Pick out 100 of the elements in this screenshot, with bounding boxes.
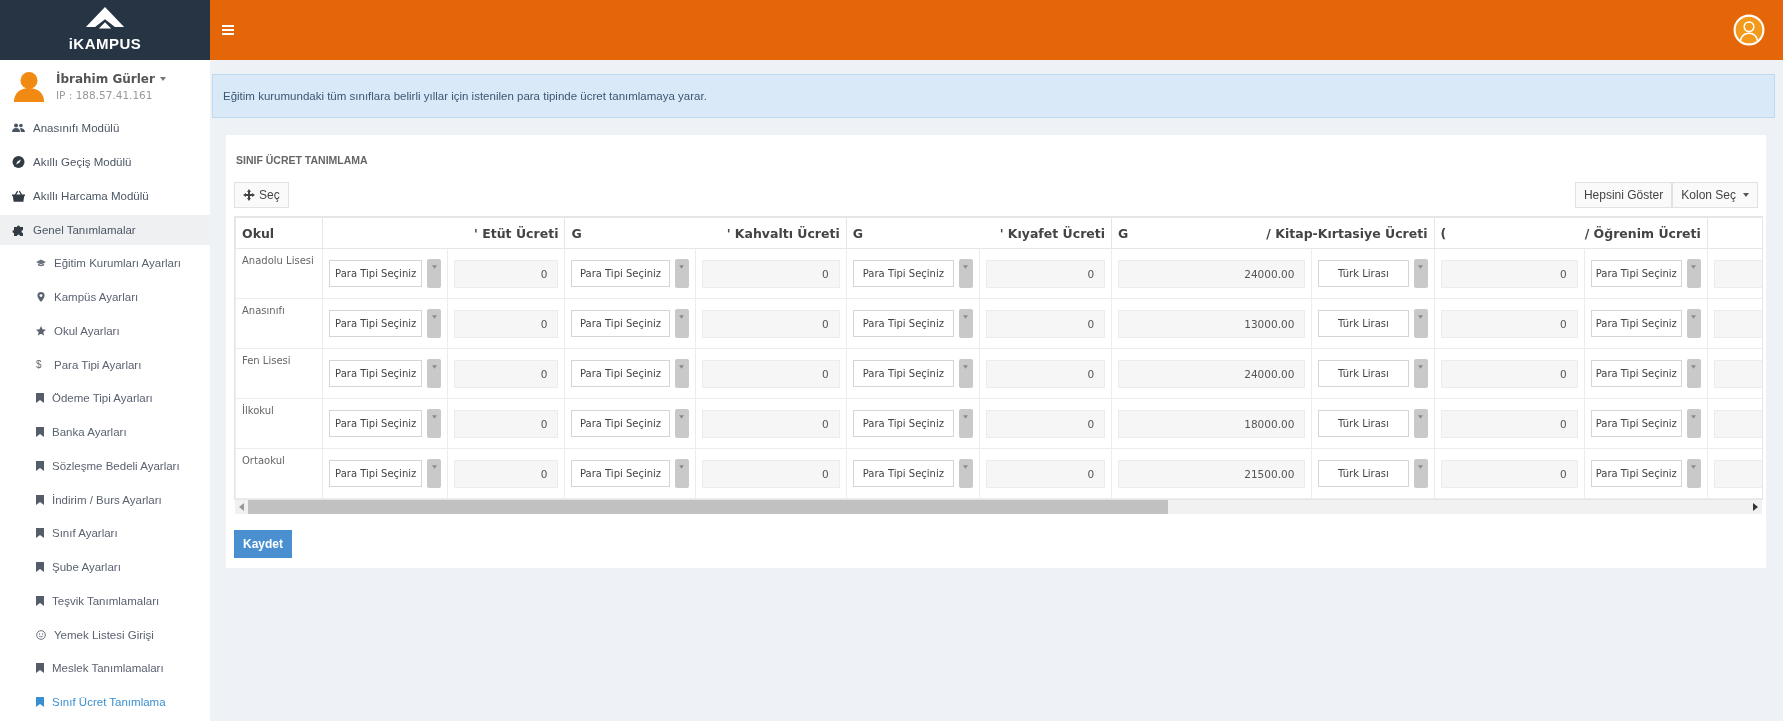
sidebar-subitem[interactable]: Teşvik Tanımlamaları: [0, 586, 210, 616]
dropdown-button[interactable]: [958, 259, 973, 288]
dropdown-button[interactable]: [1686, 259, 1701, 288]
currency-select[interactable]: Para Tipi Seçiniz: [571, 260, 670, 287]
currency-select[interactable]: Para Tipi Seçiniz: [1590, 260, 1682, 287]
amount-field[interactable]: 0: [1440, 309, 1578, 338]
dropdown-button[interactable]: [1413, 459, 1428, 488]
amount-field[interactable]: 0: [985, 359, 1106, 388]
currency-select[interactable]: Para Tipi Seçiniz: [852, 460, 954, 487]
currency-select[interactable]: Türk Lirası: [1318, 410, 1409, 437]
dropdown-button[interactable]: [674, 459, 689, 488]
amount-field[interactable]: [1713, 409, 1762, 438]
dropdown-button[interactable]: [674, 259, 689, 288]
amount-field[interactable]: 0: [1440, 409, 1578, 438]
currency-select[interactable]: Türk Lirası: [1318, 260, 1409, 287]
amount-field[interactable]: 0: [454, 259, 559, 288]
dropdown-button[interactable]: [1413, 309, 1428, 338]
dropdown-button[interactable]: [674, 409, 689, 438]
currency-select[interactable]: Para Tipi Seçiniz: [852, 260, 954, 287]
currency-select[interactable]: Türk Lirası: [1318, 460, 1409, 487]
select-button[interactable]: Seç: [234, 182, 289, 208]
sidebar-subitem[interactable]: Eğitim Kurumları Ayarları: [0, 248, 210, 279]
amount-field[interactable]: 0: [1440, 359, 1578, 388]
amount-field[interactable]: 0: [701, 409, 840, 438]
currency-select[interactable]: Para Tipi Seçiniz: [329, 360, 423, 387]
caret-icon[interactable]: [159, 77, 166, 81]
sidebar-subitem[interactable]: Okul Ayarları: [0, 316, 210, 346]
sidebar-subitem[interactable]: Ödeme Tipi Ayarları: [0, 383, 210, 414]
dropdown-button[interactable]: [427, 309, 442, 338]
dropdown-button[interactable]: [1413, 409, 1428, 438]
currency-select[interactable]: Para Tipi Seçiniz: [571, 410, 670, 437]
dropdown-button[interactable]: [427, 409, 442, 438]
sidebar-item[interactable]: Anasınıfı Modülü: [0, 113, 210, 144]
amount-field[interactable]: 0: [1440, 259, 1578, 288]
dropdown-button[interactable]: [1686, 409, 1701, 438]
show-all-button[interactable]: Hepsini Göster: [1574, 182, 1673, 208]
dropdown-button[interactable]: [1413, 359, 1428, 388]
amount-field[interactable]: 0: [985, 459, 1106, 488]
dropdown-button[interactable]: [1686, 359, 1701, 388]
dropdown-button[interactable]: [427, 259, 442, 288]
scroll-left-icon[interactable]: [239, 503, 244, 511]
amount-field[interactable]: 24000.00: [1118, 359, 1306, 388]
sidebar-subitem[interactable]: $ Para Tipi Ayarları: [0, 349, 210, 380]
dropdown-button[interactable]: [674, 309, 689, 338]
dropdown-button[interactable]: [427, 359, 442, 388]
amount-field[interactable]: 21500.00: [1118, 459, 1306, 488]
currency-select[interactable]: Para Tipi Seçiniz: [571, 360, 670, 387]
amount-field[interactable]: [1713, 259, 1762, 288]
amount-field[interactable]: 0: [454, 309, 559, 338]
amount-field[interactable]: [1713, 309, 1762, 338]
sidebar-subitem[interactable]: Sözleşme Bedeli Ayarları: [0, 451, 210, 481]
dropdown-button[interactable]: [1686, 459, 1701, 488]
amount-field[interactable]: [1713, 359, 1762, 388]
sidebar-item[interactable]: Akıllı Harcama Modülü: [0, 181, 210, 211]
menu-icon[interactable]: [222, 25, 234, 35]
sidebar-subitem[interactable]: Yemek Listesi Girişi: [0, 619, 210, 650]
sidebar-subitem[interactable]: İndirim / Burs Ayarları: [0, 484, 210, 515]
amount-field[interactable]: 0: [454, 459, 559, 488]
profile-avatar-icon[interactable]: [1733, 14, 1765, 46]
currency-select[interactable]: Para Tipi Seçiniz: [329, 410, 423, 437]
currency-select[interactable]: Para Tipi Seçiniz: [1590, 410, 1682, 437]
amount-field[interactable]: 0: [701, 459, 840, 488]
sidebar-item[interactable]: Genel Tanımlamalar: [0, 214, 210, 245]
sidebar-subitem[interactable]: Sınıf Ayarları: [0, 518, 210, 549]
horizontal-scrollbar[interactable]: [235, 500, 1762, 514]
dropdown-button[interactable]: [958, 309, 973, 338]
amount-field[interactable]: 0: [701, 309, 840, 338]
sidebar-subitem[interactable]: Kampüs Ayarları: [0, 282, 210, 312]
dropdown-button[interactable]: [674, 359, 689, 388]
dropdown-button[interactable]: [958, 359, 973, 388]
currency-select[interactable]: Para Tipi Seçiniz: [329, 260, 423, 287]
amount-field[interactable]: 0: [701, 359, 840, 388]
currency-select[interactable]: Para Tipi Seçiniz: [571, 460, 670, 487]
amount-field[interactable]: 0: [454, 409, 559, 438]
currency-select[interactable]: Para Tipi Seçiniz: [571, 310, 670, 337]
dropdown-button[interactable]: [427, 459, 442, 488]
dropdown-button[interactable]: [1413, 259, 1428, 288]
scroll-right-icon[interactable]: [1753, 503, 1758, 511]
currency-select[interactable]: Para Tipi Seçiniz: [1590, 310, 1682, 337]
currency-select[interactable]: Türk Lirası: [1318, 310, 1409, 337]
amount-field[interactable]: 0: [454, 359, 559, 388]
column-select-button[interactable]: Kolon Seç: [1672, 182, 1758, 208]
sidebar-subitem[interactable]: Şube Ayarları: [0, 552, 210, 582]
currency-select[interactable]: Para Tipi Seçiniz: [852, 410, 954, 437]
amount-field[interactable]: [1713, 459, 1762, 488]
sidebar-item[interactable]: Akıllı Geçiş Modülü: [0, 147, 210, 177]
sidebar-subitem[interactable]: Sınıf Ücret Tanımlama: [0, 687, 210, 717]
sidebar-subitem[interactable]: Banka Ayarları: [0, 417, 210, 447]
currency-select[interactable]: Türk Lirası: [1318, 360, 1409, 387]
currency-select[interactable]: Para Tipi Seçiniz: [852, 310, 954, 337]
currency-select[interactable]: Para Tipi Seçiniz: [1590, 360, 1682, 387]
amount-field[interactable]: 24000.00: [1118, 259, 1306, 288]
amount-field[interactable]: 13000.00: [1118, 309, 1306, 338]
amount-field[interactable]: 0: [985, 409, 1106, 438]
amount-field[interactable]: 18000.00: [1118, 409, 1306, 438]
dropdown-button[interactable]: [958, 459, 973, 488]
amount-field[interactable]: 0: [985, 309, 1106, 338]
amount-field[interactable]: 0: [1440, 459, 1578, 488]
currency-select[interactable]: Para Tipi Seçiniz: [852, 360, 954, 387]
user-name[interactable]: İbrahim Gürler: [56, 72, 155, 86]
